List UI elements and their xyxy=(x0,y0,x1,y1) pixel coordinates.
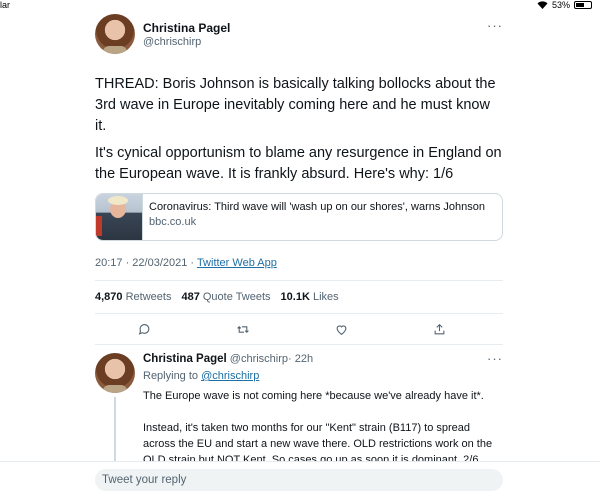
link-preview-card[interactable]: Coronavirus: Third wave will 'wash up on… xyxy=(95,193,503,241)
tweet-actions xyxy=(95,314,503,344)
author-handle[interactable]: @chrischirp xyxy=(143,36,201,48)
retweets-stat[interactable]: 4,870 Retweets xyxy=(95,291,171,303)
wifi-icon xyxy=(537,1,548,9)
reply-header: Christina Pagel @chrischirp· 22h xyxy=(143,353,313,365)
tweet-meta: 20:17 · 22/03/2021 · Twitter Web App xyxy=(95,257,503,269)
main-tweet: Christina Pagel @chrischirp ··· THREAD: … xyxy=(95,14,503,345)
carrier-label: lar xyxy=(0,0,11,10)
author-name[interactable]: Christina Pagel xyxy=(143,353,227,365)
source-app-link[interactable]: Twitter Web App xyxy=(197,257,277,269)
likes-stat[interactable]: 10.1K Likes xyxy=(281,291,339,303)
link-thumbnail xyxy=(96,194,143,240)
heart-icon[interactable] xyxy=(334,322,348,336)
status-right: 53% xyxy=(537,0,592,10)
more-options-icon[interactable]: ··· xyxy=(487,351,503,366)
tweet-author-row: Christina Pagel @chrischirp ··· xyxy=(95,14,503,60)
compose-bar xyxy=(0,461,600,495)
tweet-age: · 22h xyxy=(288,353,314,365)
status-bar: lar 53% xyxy=(0,0,600,12)
replying-to: Replying to @chrischirp xyxy=(143,370,260,382)
link-domain: bbc.co.uk xyxy=(149,216,197,228)
tweet-paragraph: THREAD: Boris Johnson is basically talki… xyxy=(95,76,496,134)
more-options-icon[interactable]: ··· xyxy=(487,18,503,33)
quotes-stat[interactable]: 487 Quote Tweets xyxy=(181,291,270,303)
tweet-stats: 4,870 Retweets 487 Quote Tweets 10.1K Li… xyxy=(95,281,503,313)
reply-paragraph: The Europe wave is not coming here *beca… xyxy=(143,390,484,402)
link-title: Coronavirus: Third wave will 'wash up on… xyxy=(149,201,485,213)
timestamp: 20:17 · 22/03/2021 · xyxy=(95,257,197,269)
mention-link[interactable]: @chrischirp xyxy=(201,370,259,382)
share-icon[interactable] xyxy=(433,322,447,336)
tweet-paragraph: It's cynical opportunism to blame any re… xyxy=(95,145,502,182)
battery-percent: 53% xyxy=(551,0,570,10)
author-handle[interactable]: @chrischirp xyxy=(230,353,288,365)
avatar[interactable] xyxy=(95,353,135,393)
tweet-text: THREAD: Boris Johnson is basically talki… xyxy=(95,74,503,185)
avatar[interactable] xyxy=(95,14,135,54)
reply-icon[interactable] xyxy=(137,322,151,336)
reply-input[interactable] xyxy=(95,469,503,491)
retweet-icon[interactable] xyxy=(236,322,250,336)
battery-icon xyxy=(574,1,592,9)
author-name[interactable]: Christina Pagel xyxy=(143,21,230,35)
divider xyxy=(95,344,503,345)
thread-connector-line xyxy=(114,397,116,467)
